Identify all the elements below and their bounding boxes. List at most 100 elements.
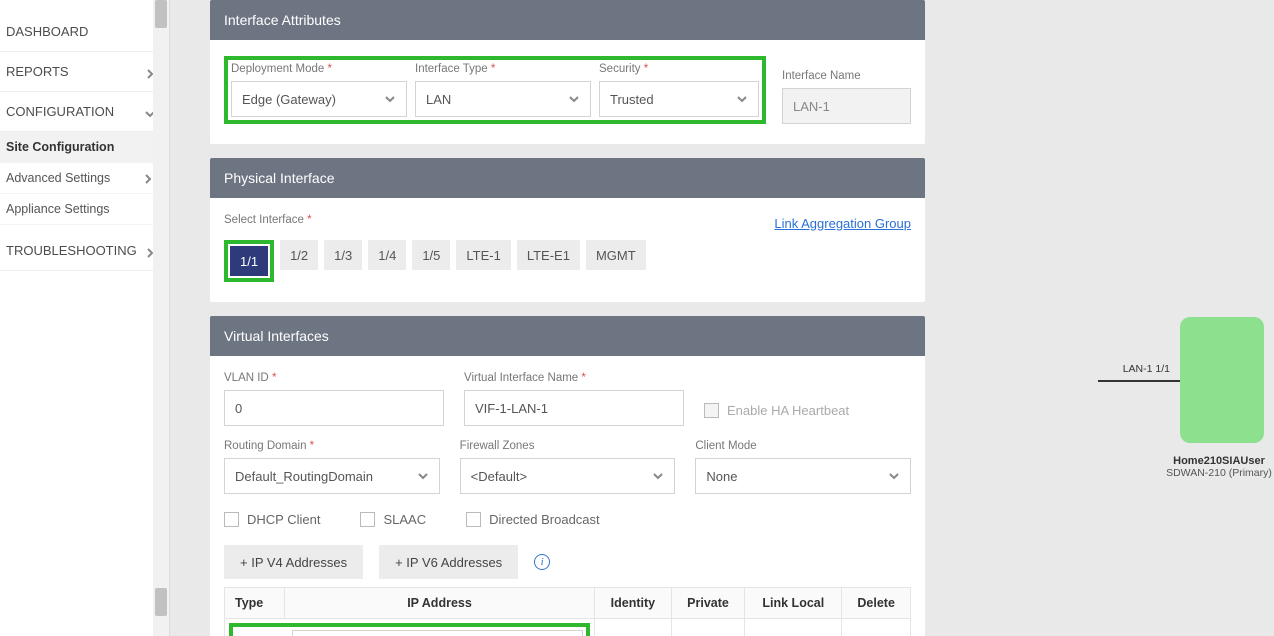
select-value: None [706,469,737,484]
port-1-5[interactable]: 1/5 [412,240,450,270]
info-icon[interactable]: i [534,554,550,570]
checkbox-dhcp-client[interactable]: DHCP Client [224,512,320,527]
select-value: <Default> [471,469,527,484]
node-name: Home210SIAUser [1164,455,1274,467]
sidebar-scrollbar[interactable] [153,0,169,636]
chevron-down-icon [568,93,580,105]
input-ip-address[interactable]: 192.168.9.118/24 [292,630,583,636]
select-routing-domain[interactable]: Default_RoutingDomain [224,458,440,494]
port-selector: 1/1 1/2 1/3 1/4 1/5 LTE-1 LTE-E1 MGMT [224,240,911,282]
add-ipv6-button[interactable]: + IP V6 Addresses [379,545,518,579]
checkbox-ha-heartbeat: Enable HA Heartbeat [704,403,849,418]
th-ip: IP Address [285,588,595,619]
label-deployment-mode: Deployment Mode [231,63,407,75]
th-type: Type [225,588,285,619]
port-lte-e1[interactable]: LTE-E1 [517,240,580,270]
highlight-attributes: Deployment Mode Edge (Gateway) Interface… [224,56,766,124]
topology-node[interactable] [1180,317,1264,443]
label-security: Security [599,63,759,75]
port-mgmt[interactable]: MGMT [586,240,646,270]
checkbox-label: DHCP Client [247,512,320,527]
form-area: Interface Attributes Deployment Mode Edg… [170,0,945,636]
nav-label: TROUBLESHOOTING [6,243,137,258]
ip-address-table: Type IP Address Identity Private Link Lo… [224,587,911,636]
select-security[interactable]: Trusted [599,81,759,117]
select-interface-type[interactable]: LAN [415,81,591,117]
nav-label: CONFIGURATION [6,104,114,119]
input-value: VIF-1-LAN-1 [475,401,548,416]
table-row: IPv4 192.168.9.118/24 N/A [225,619,911,636]
input-vif-name[interactable]: VIF-1-LAN-1 [464,390,684,426]
panel-header-attributes: Interface Attributes [210,0,925,40]
nav-label: REPORTS [6,64,69,79]
label-client-mode: Client Mode [695,440,911,452]
chevron-down-icon [652,470,664,482]
add-ipv4-button[interactable]: + IP V4 Addresses [224,545,363,579]
subnav-label: Advanced Settings [6,171,110,185]
nav-label: DASHBOARD [6,24,88,39]
nav-reports[interactable]: REPORTS [0,52,169,92]
label-interface-type: Interface Type [415,63,591,75]
port-1-2[interactable]: 1/2 [280,240,318,270]
chevron-right-icon [143,173,153,183]
select-firewall-zones[interactable]: <Default> [460,458,676,494]
nav-troubleshooting[interactable]: TROUBLESHOOTING [0,231,169,271]
checkbox-icon [360,512,375,527]
select-deployment-mode[interactable]: Edge (Gateway) [231,81,407,117]
highlight-ip-row: IPv4 192.168.9.118/24 [229,623,590,636]
port-1-1[interactable]: 1/1 [230,246,268,276]
cell-linklocal: N/A [745,619,842,636]
nav-configuration[interactable]: CONFIGURATION [0,92,169,132]
input-value: 0 [235,401,242,416]
node-subtitle: SDWAN-210 (Primary) [1164,467,1274,479]
chevron-down-icon [417,470,429,482]
nav-dashboard[interactable]: DASHBOARD [0,12,169,52]
chevron-down-icon [736,93,748,105]
checkbox-label: SLAAC [383,512,426,527]
label-firewall-zones: Firewall Zones [460,440,676,452]
scroll-thumb-bottom[interactable] [155,588,167,616]
highlight-port: 1/1 [224,240,274,282]
select-client-mode[interactable]: None [695,458,911,494]
port-1-3[interactable]: 1/3 [324,240,362,270]
panel-header-virtual: Virtual Interfaces [210,316,925,356]
port-1-4[interactable]: 1/4 [368,240,406,270]
th-private: Private [671,588,745,619]
subnav-appliance-settings[interactable]: Appliance Settings [0,194,169,225]
subnav-advanced-settings[interactable]: Advanced Settings [0,163,169,194]
label-vif-name: Virtual Interface Name [464,372,684,384]
scroll-thumb-top[interactable] [155,0,167,28]
th-identity: Identity [595,588,672,619]
checkbox-label: Directed Broadcast [489,512,600,527]
topology-edge-label: LAN-1 1/1 [1123,363,1170,375]
select-value: Default_RoutingDomain [235,469,373,484]
subnav-label: Appliance Settings [6,202,110,216]
th-linklocal: Link Local [745,588,842,619]
subnav-site-configuration[interactable]: Site Configuration [0,132,169,163]
select-value: Trusted [610,92,654,107]
input-interface-name: LAN-1 [782,88,911,124]
th-delete: Delete [842,588,911,619]
select-value: Edge (Gateway) [242,92,336,107]
checkbox-slaac[interactable]: SLAAC [360,512,426,527]
topology-edge [1098,380,1180,382]
label-routing-domain: Routing Domain [224,440,440,452]
link-aggregation-group[interactable]: Link Aggregation Group [774,216,911,231]
label-vlan-id: VLAN ID [224,372,444,384]
chevron-down-icon [888,470,900,482]
subnav-label: Site Configuration [6,140,114,154]
checkbox-directed-broadcast[interactable]: Directed Broadcast [466,512,600,527]
checkbox-icon [466,512,481,527]
sidebar: DASHBOARD REPORTS CONFIGURATION Site Con… [0,0,170,636]
port-lte-1[interactable]: LTE-1 [456,240,510,270]
chevron-down-icon [384,93,396,105]
input-value: LAN-1 [793,99,830,114]
label-interface-name: Interface Name [782,70,911,82]
input-vlan-id[interactable]: 0 [224,390,444,426]
checkbox-icon [704,403,719,418]
checkbox-label: Enable HA Heartbeat [727,403,849,418]
label-select-interface: Select Interface [224,214,312,226]
topology-pane: LAN-1 1/1 Home210SIAUser SDWAN-210 (Prim… [945,0,1274,636]
checkbox-icon [224,512,239,527]
panel-header-physical: Physical Interface [210,158,925,198]
